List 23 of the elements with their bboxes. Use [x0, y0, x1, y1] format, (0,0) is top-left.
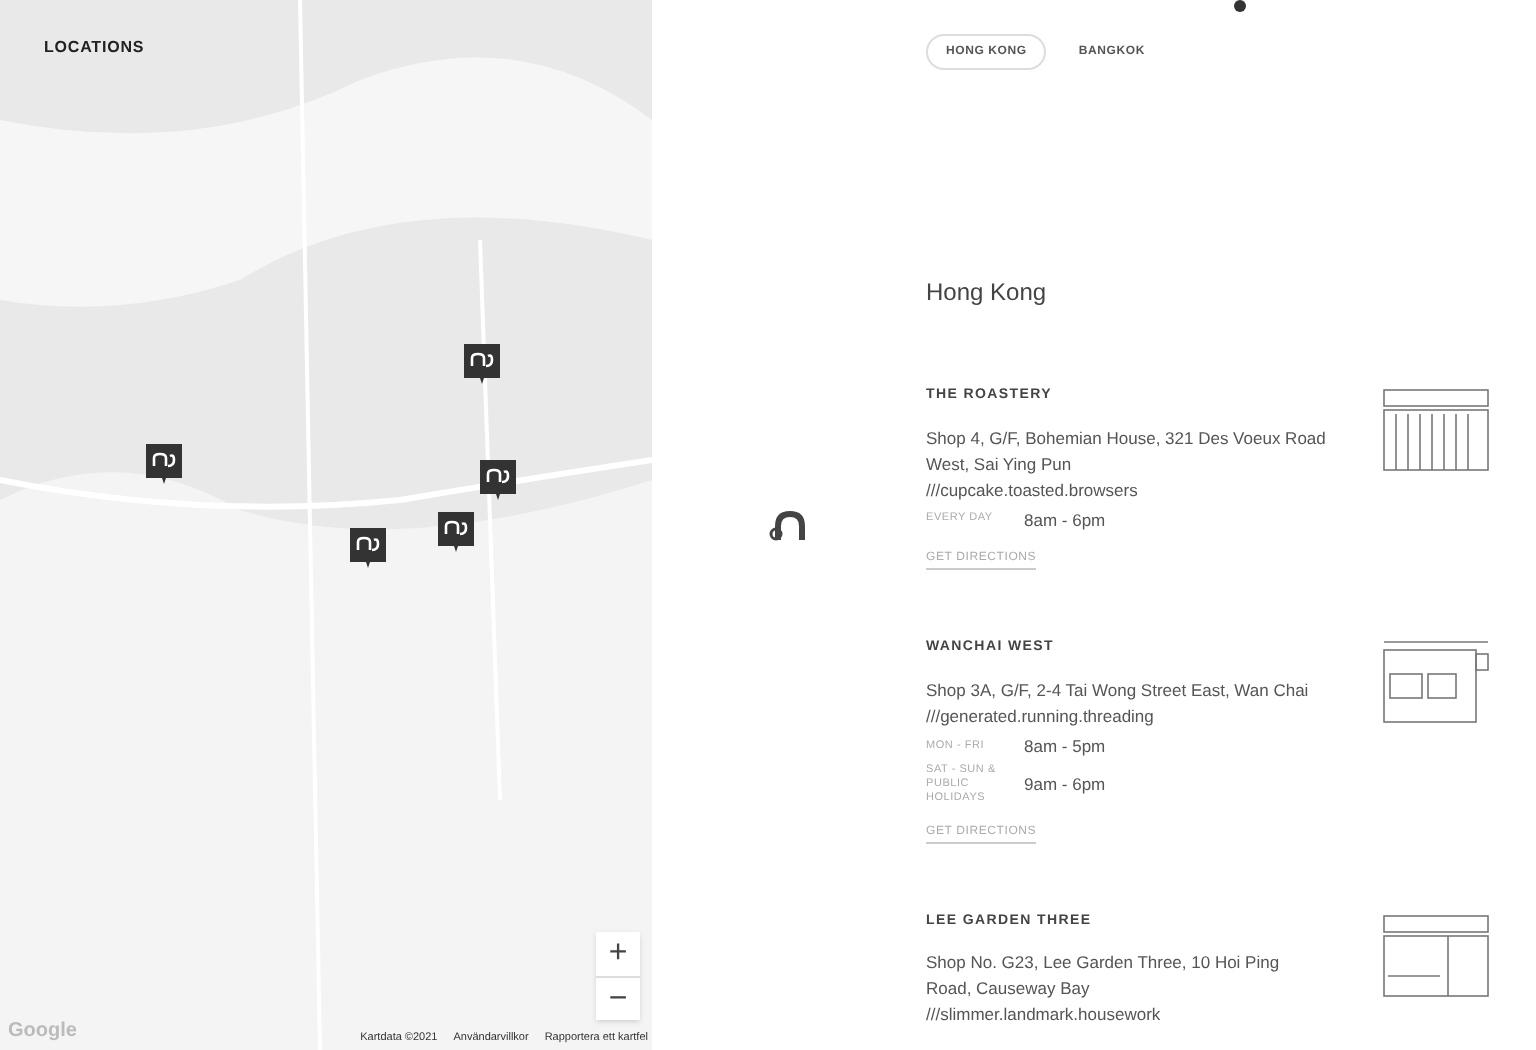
map-heading: LOCATIONS — [44, 36, 145, 60]
zoom-in-button[interactable]: + — [596, 932, 640, 976]
store-code: ///cupcake.toasted.browsers — [926, 477, 1140, 503]
map-logo: Google — [8, 1018, 77, 1046]
map-pin-icon[interactable] — [480, 459, 517, 500]
store-address: Shop 4, G/F, Bohemian House, 321 Des Voeux Road West, Sai Ying Pun — [926, 425, 1326, 477]
store-address: Shop 3A, G/F, 2-4 Tai Wong Street East, Wan Chai — [926, 677, 1311, 704]
hours-time: 8am - 5pm — [1024, 733, 1106, 759]
storefront-drawing — [1380, 386, 1492, 474]
hours-time: 9am - 6pm — [1024, 771, 1106, 797]
city-heading: Hong Kong — [926, 276, 1049, 310]
map-pin-icon[interactable] — [145, 444, 181, 484]
logo-icon — [767, 509, 811, 541]
zoom-out-button[interactable]: − — [596, 976, 640, 1020]
store-address: Shop No. G23, Lee Garden Three, 10 Hoi Ping Road, Causeway Bay — [926, 950, 1282, 1002]
map-pin-icon[interactable] — [464, 344, 501, 385]
storefront-drawing — [1380, 638, 1492, 727]
map-pin-icon[interactable] — [350, 528, 387, 568]
map-pin-icon[interactable] — [438, 512, 475, 553]
store-code: ///generated.running.threading — [926, 703, 1156, 730]
storefront-drawing — [1380, 911, 1492, 999]
hours-time: 8am - 6pm — [1024, 507, 1106, 533]
store-code: ///slimmer.landmark.housework — [926, 1002, 1163, 1028]
